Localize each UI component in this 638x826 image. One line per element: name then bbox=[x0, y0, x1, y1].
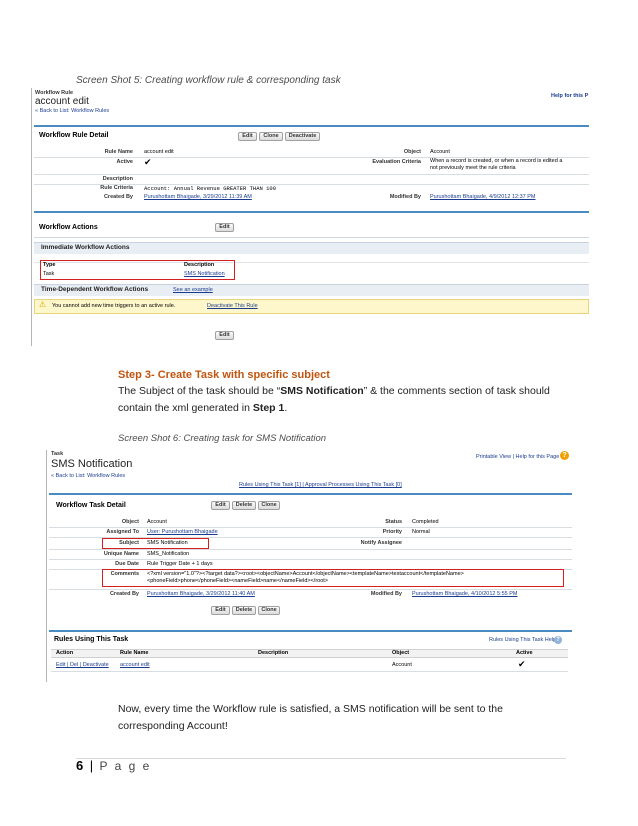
row-rule-name-link[interactable]: account edit bbox=[120, 662, 150, 668]
page-title: account edit bbox=[35, 96, 89, 107]
bottom-edit-button[interactable]: Edit bbox=[215, 331, 234, 340]
task-back-link[interactable]: « Back to List: Workflow Rules bbox=[51, 473, 125, 480]
deactivate-button[interactable]: Deactivate bbox=[285, 132, 320, 141]
description-label: Description bbox=[102, 176, 133, 182]
assigned-to-value[interactable]: User: Purushottam Bhaigade bbox=[147, 529, 218, 535]
help-links[interactable]: Printable View | Help for this Page bbox=[476, 454, 559, 461]
footer-separator: | bbox=[89, 758, 94, 773]
closing-line1: Now, every time the Workflow rule is sat… bbox=[118, 703, 503, 715]
task-bottom-edit-button[interactable]: Edit bbox=[211, 606, 230, 615]
rules-help-icon[interactable]: ? bbox=[554, 636, 562, 644]
highlight-box-comments bbox=[102, 569, 564, 587]
priority-value: Normal bbox=[412, 529, 430, 535]
step-paragraph-line2: contain the xml generated in Step 1. bbox=[118, 402, 288, 414]
immediate-actions-header: Immediate Workflow Actions bbox=[41, 244, 130, 251]
task-object-value: Account bbox=[147, 519, 167, 525]
related-lists-links[interactable]: Rules Using This Task [1] | Approval Pro… bbox=[239, 482, 402, 489]
task-title: SMS Notification bbox=[51, 458, 133, 470]
task-modified-by-value[interactable]: Purushottam Bhaigade, 4/10/2012 5:55 PM bbox=[412, 591, 518, 597]
task-eyebrow: Task bbox=[51, 451, 64, 457]
edit-button[interactable]: Edit bbox=[238, 132, 257, 141]
row-active-check-icon: ✔ bbox=[518, 659, 526, 669]
due-date-value: Rule Trigger Date + 1 days bbox=[147, 561, 213, 567]
modified-by-label: Modified By bbox=[389, 194, 421, 200]
col-rule-name-header: Rule Name bbox=[120, 650, 149, 656]
eval-criteria-line2: not previously meet the rule criteria bbox=[430, 165, 516, 171]
page-number: 6 bbox=[76, 758, 84, 773]
step-paragraph-line1: The Subject of the task should be “SMS N… bbox=[118, 385, 550, 397]
warning-text: You cannot add new time triggers to an a… bbox=[52, 303, 176, 309]
unique-name-label: Unique Name bbox=[103, 551, 139, 557]
page-footer: 6 | P a g e bbox=[76, 757, 151, 775]
time-dependent-header: Time-Dependent Workflow Actions bbox=[41, 286, 149, 293]
page-word: P a g e bbox=[99, 759, 152, 773]
deactivate-rule-link[interactable]: Deactivate This Rule bbox=[207, 303, 258, 309]
eval-criteria-label: Evaluation Criteria bbox=[372, 159, 421, 165]
task-delete-button[interactable]: Delete bbox=[232, 501, 256, 510]
help-link[interactable]: Help for this P bbox=[551, 93, 588, 100]
screenshot-workflow-rule: Workflow Rule account edit « Back to Lis… bbox=[31, 88, 589, 346]
eval-criteria-line1: When a record is created, or when a reco… bbox=[430, 158, 563, 164]
warning-icon: ⚠ bbox=[39, 300, 47, 309]
highlight-box-action bbox=[40, 260, 235, 280]
back-to-list-link[interactable]: « Back to List: Workflow Rules bbox=[35, 108, 109, 115]
object-value: Account bbox=[430, 149, 450, 155]
rule-criteria-label: Rule Criteria bbox=[100, 185, 133, 191]
rule-criteria-value: Account: Annual Revenue GREATER THAN 100 bbox=[144, 185, 277, 192]
highlight-box-subject bbox=[102, 538, 209, 549]
see-example-link[interactable]: See an example bbox=[173, 287, 213, 293]
rule-name-label: Rule Name bbox=[104, 149, 133, 155]
col-object-header: Object bbox=[392, 650, 410, 656]
actions-edit-button[interactable]: Edit bbox=[215, 223, 234, 232]
created-by-value[interactable]: Purushottam Bhaigade, 3/29/2012 11:39 AM bbox=[144, 194, 252, 200]
col-action-header: Action bbox=[56, 650, 74, 656]
task-object-label: Object bbox=[121, 519, 139, 525]
col-description-header-2: Description bbox=[258, 650, 289, 656]
row-object-value: Account bbox=[392, 662, 412, 668]
active-label: Active bbox=[116, 159, 133, 165]
rules-help-link[interactable]: Rules Using This Task Help bbox=[489, 637, 556, 644]
task-edit-button[interactable]: Edit bbox=[211, 501, 230, 510]
status-label: Status bbox=[385, 519, 402, 525]
closing-line2: corresponding Account! bbox=[118, 720, 228, 732]
task-bottom-delete-button[interactable]: Delete bbox=[232, 606, 256, 615]
workflow-actions-header: Workflow Actions bbox=[39, 224, 98, 231]
step-title: Step 3- Create Task with specific subjec… bbox=[118, 369, 330, 381]
assigned-to-label: Assigned To bbox=[106, 529, 139, 535]
task-bottom-clone-button[interactable]: Clone bbox=[258, 606, 280, 615]
col-active-header: Active bbox=[516, 650, 533, 656]
active-check-icon: ✔ bbox=[144, 157, 152, 167]
rules-using-task-header: Rules Using This Task bbox=[54, 636, 129, 643]
caption-screenshot-5: Screen Shot 5: Creating workflow rule & … bbox=[76, 75, 341, 86]
task-detail-header: Workflow Task Detail bbox=[56, 502, 126, 509]
task-created-by-label: Created By bbox=[109, 591, 139, 597]
help-icon[interactable]: ? bbox=[560, 451, 569, 460]
priority-label: Priority bbox=[382, 529, 402, 535]
task-modified-by-label: Modified By bbox=[370, 591, 402, 597]
status-value: Completed bbox=[412, 519, 439, 525]
task-clone-button[interactable]: Clone bbox=[258, 501, 280, 510]
clone-button[interactable]: Clone bbox=[259, 132, 283, 141]
caption-screenshot-6: Screen Shot 6: Creating task for SMS Not… bbox=[118, 433, 327, 444]
detail-header: Workflow Rule Detail bbox=[39, 132, 109, 139]
notify-assignee-label: Notify Assignee bbox=[360, 540, 402, 546]
unique-name-value: SMS_Notification bbox=[147, 551, 190, 557]
rule-name-value: account edit bbox=[144, 149, 174, 155]
created-by-label: Created By bbox=[103, 194, 133, 200]
due-date-label: Due Date bbox=[115, 561, 139, 567]
modified-by-value[interactable]: Purushottam Bhaigade, 4/9/2012 12:37 PM bbox=[430, 194, 536, 200]
screenshot-workflow-task: Task SMS Notification « Back to List: Wo… bbox=[46, 450, 572, 682]
row-actions-links[interactable]: Edit | Del | Deactivate bbox=[56, 662, 109, 668]
object-label: Object bbox=[403, 149, 421, 155]
task-created-by-value[interactable]: Purushottam Bhaigade, 3/29/2012 11:40 AM bbox=[147, 591, 255, 597]
